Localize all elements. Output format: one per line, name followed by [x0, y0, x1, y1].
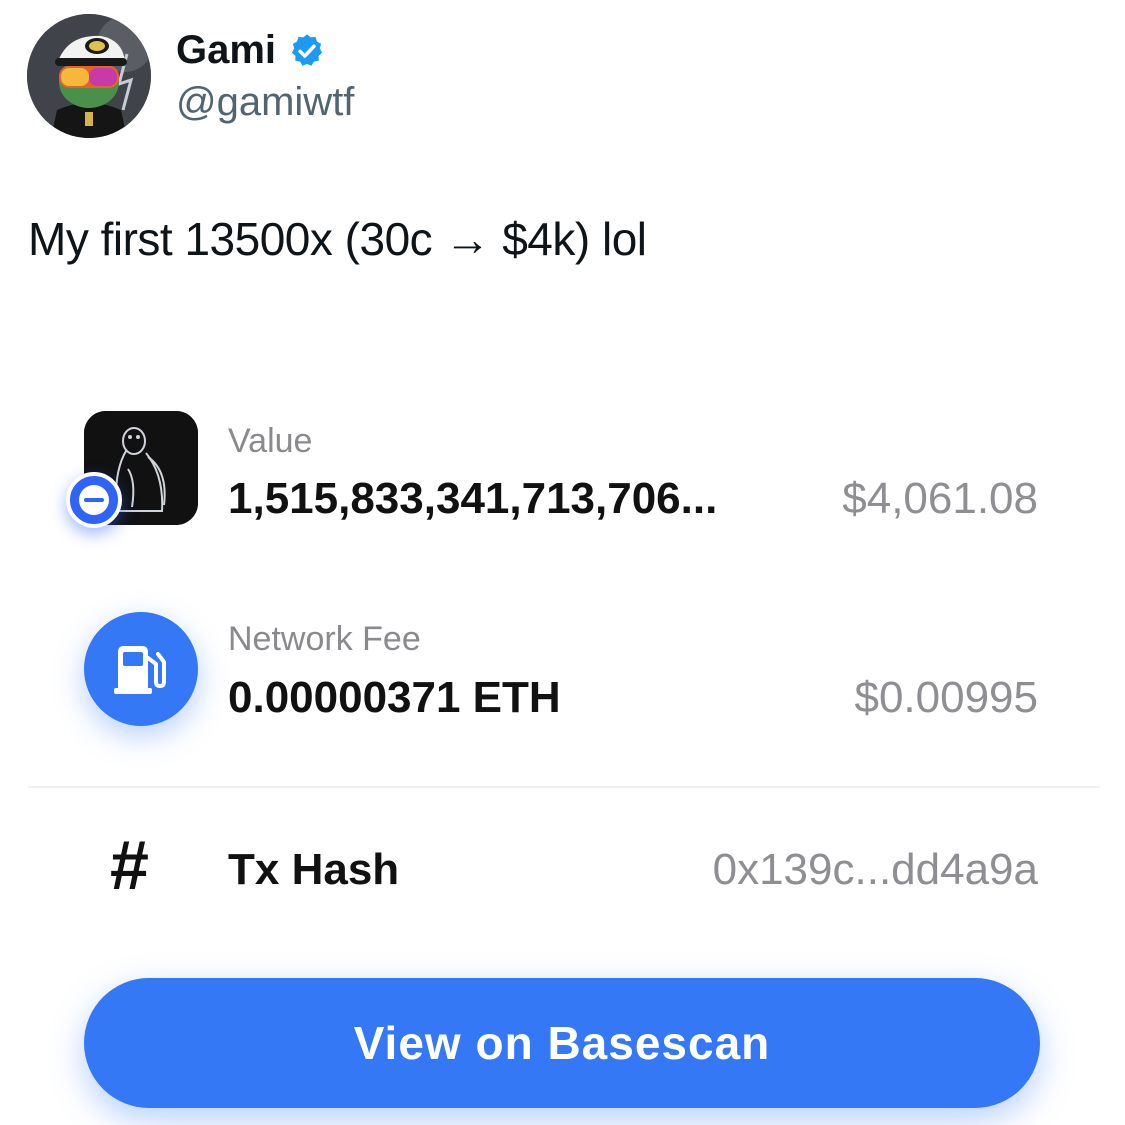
tx-hash-value[interactable]: 0x139c...dd4a9a [713, 845, 1038, 895]
minus-icon [66, 472, 122, 528]
value-usd: $4,061.08 [842, 474, 1038, 523]
hash-icon: # [110, 826, 149, 904]
tweet-text: My first 13500x (30c → $4k) lol [28, 213, 647, 265]
value-amount: 1,515,833,341,713,706... [228, 474, 718, 523]
tx-hash-label: Tx Hash [228, 845, 400, 894]
network-fee-label: Network Fee [228, 620, 421, 658]
network-fee-amount: 0.00000371 ETH [228, 673, 561, 722]
gas-pump-icon [84, 612, 198, 726]
tweet-screenshot: Gami @gamiwtf My first 13500x (30c → $4k… [0, 0, 1125, 1125]
author-name-text: Gami [176, 28, 277, 72]
user-avatar[interactable] [27, 14, 151, 138]
avatar-image [27, 14, 151, 138]
verified-badge-icon [288, 32, 326, 70]
network-fee-usd: $0.00995 [854, 673, 1038, 722]
divider [28, 786, 1100, 788]
view-on-basescan-button[interactable]: View on Basescan [84, 978, 1040, 1108]
value-label: Value [228, 422, 313, 460]
author-handle[interactable]: @gamiwtf [176, 80, 354, 125]
author-name[interactable]: Gami [176, 28, 326, 73]
